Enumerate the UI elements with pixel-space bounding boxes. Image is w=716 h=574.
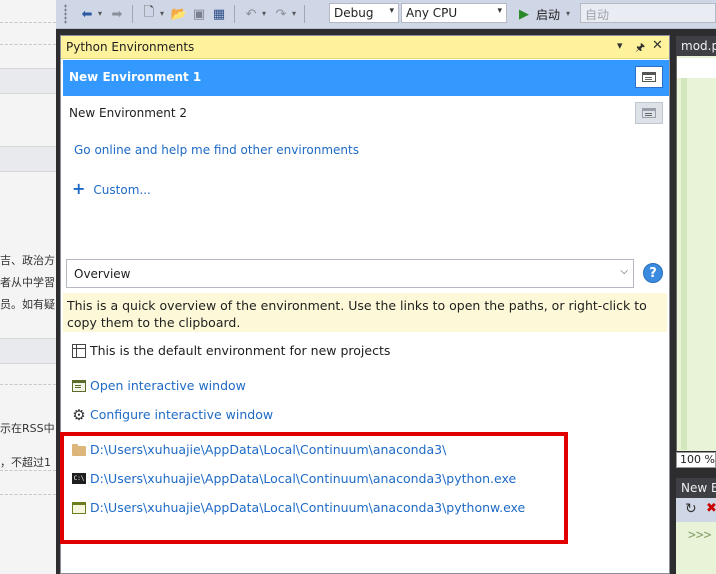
bg-divider — [0, 22, 56, 23]
info-text: This is a quick overview of the environm… — [67, 298, 647, 330]
bg-divider — [0, 384, 56, 385]
main-toolbar: ⬅ ▾ ➡ 🗋 ▾ 📂 ▣ ▦ ↶ ▾ ↷ ▾ Debug ▾ Any CPU … — [56, 0, 716, 29]
gear-icon: ⚙ — [72, 405, 86, 424]
configure-interactive-link[interactable]: Configure interactive window — [90, 407, 273, 422]
chevron-down-icon: ⌵ — [620, 266, 628, 277]
repl-prompt: >>> — [688, 528, 712, 543]
auto-select[interactable]: 自动 — [580, 3, 716, 23]
default-env-text: This is the default environment for new … — [90, 343, 391, 358]
bg-text: 员。如有疑问 — [0, 298, 56, 311]
bg-divider — [0, 470, 56, 471]
start-button-label[interactable]: 启动 — [536, 6, 560, 23]
environment-list: New Environment 1 New Environment 2 — [63, 60, 669, 132]
bg-band — [0, 68, 56, 94]
open-interactive-row[interactable]: Open interactive window — [72, 378, 246, 393]
toolbar-separator — [304, 5, 305, 23]
open-interactive-button[interactable] — [635, 66, 663, 88]
default-env-row: This is the default environment for new … — [72, 343, 390, 358]
solution-platform-value: Any CPU — [406, 6, 458, 20]
annotation-highlight-box — [60, 432, 568, 544]
interactive-window-tab[interactable]: New E — [676, 478, 716, 498]
custom-environment-link[interactable]: + Custom... — [72, 179, 151, 198]
reset-icon[interactable]: ↻ — [685, 501, 697, 517]
chevron-down-icon: ▾ — [389, 6, 394, 16]
save-all-icon[interactable]: ▦ — [210, 5, 228, 23]
bg-band — [0, 146, 56, 172]
solution-config-value: Debug — [334, 6, 374, 20]
forward-icon[interactable]: ➡ — [108, 5, 126, 23]
new-project-icon[interactable]: 🗋 — [140, 5, 158, 23]
chevron-down-icon[interactable]: ▾ — [160, 9, 164, 18]
bg-divider — [0, 44, 56, 45]
zoom-level[interactable]: 100 % — [676, 452, 716, 468]
configure-interactive-row[interactable]: ⚙ Configure interactive window — [72, 407, 273, 422]
bg-band — [0, 338, 56, 364]
bg-text: ，不超过1 — [0, 456, 51, 469]
toolbar-separator — [132, 5, 133, 23]
auto-select-value: 自动 — [585, 8, 610, 22]
toolbar-separator — [234, 5, 235, 23]
find-environments-link[interactable]: Go online and help me find other environ… — [74, 143, 359, 157]
background-webpage: 吉、政治方 者从中学習 员。如有疑问 示在RSS中 ，不超过1 — [0, 0, 56, 574]
solution-config-select[interactable]: Debug ▾ — [329, 3, 399, 23]
open-file-icon[interactable]: 📂 — [170, 5, 188, 23]
interactive-toolbar: ↻ ✖ — [676, 498, 716, 522]
info-banner: This is a quick overview of the environm… — [63, 293, 667, 332]
view-select[interactable]: Overview ⌵ — [66, 259, 634, 288]
editor-tab[interactable]: mod.p — [676, 36, 716, 56]
interactive-window-icon — [72, 379, 86, 392]
window-position-dropdown-icon[interactable]: ▾ — [617, 39, 623, 52]
environment-name: New Environment 1 — [69, 70, 202, 84]
back-icon[interactable]: ⬅ — [78, 5, 96, 23]
chevron-down-icon[interactable]: ▾ — [566, 9, 570, 18]
open-interactive-button[interactable] — [635, 102, 663, 124]
bg-text: 示在RSS中 — [0, 422, 55, 435]
solution-platform-select[interactable]: Any CPU ▾ — [401, 3, 507, 23]
environment-item[interactable]: New Environment 2 — [63, 96, 669, 132]
chevron-down-icon[interactable]: ▾ — [262, 9, 266, 18]
code-editor[interactable] — [676, 56, 716, 451]
panel-title: Python Environments — [66, 40, 195, 54]
bg-text: 吉、政治方 — [0, 254, 55, 267]
view-select-value: Overview — [74, 267, 131, 281]
undo-icon[interactable]: ↶ — [242, 5, 260, 23]
environment-item[interactable]: New Environment 1 — [63, 60, 669, 96]
start-play-icon[interactable]: ▶ — [515, 5, 533, 23]
clear-icon[interactable]: ✖ — [706, 501, 716, 516]
open-interactive-link[interactable]: Open interactive window — [90, 378, 246, 393]
interactive-window-icon — [642, 108, 656, 118]
bg-text: 者从中学習 — [0, 276, 55, 289]
help-icon[interactable]: ? — [643, 263, 663, 283]
editor-margin — [681, 78, 687, 450]
panel-header: Python Environments ▾ 🖈 ✕ — [61, 36, 669, 59]
plus-icon: + — [72, 179, 86, 198]
custom-label: Custom... — [93, 183, 151, 197]
chevron-down-icon[interactable]: ▾ — [98, 9, 102, 18]
table-icon — [72, 343, 86, 358]
chevron-down-icon: ▾ — [497, 6, 502, 16]
pin-icon[interactable]: 🖈 — [635, 39, 645, 58]
redo-icon[interactable]: ↷ — [272, 5, 290, 23]
editor-navigation-bar — [677, 58, 716, 78]
close-icon[interactable]: ✕ — [652, 38, 663, 53]
interactive-window-icon — [642, 72, 656, 82]
repl-area[interactable]: >>> — [676, 522, 716, 574]
chevron-down-icon[interactable]: ▾ — [292, 9, 296, 18]
toolbar-grip[interactable] — [64, 4, 67, 24]
bg-divider — [0, 494, 56, 495]
save-icon[interactable]: ▣ — [190, 5, 208, 23]
environment-name: New Environment 2 — [69, 106, 188, 120]
